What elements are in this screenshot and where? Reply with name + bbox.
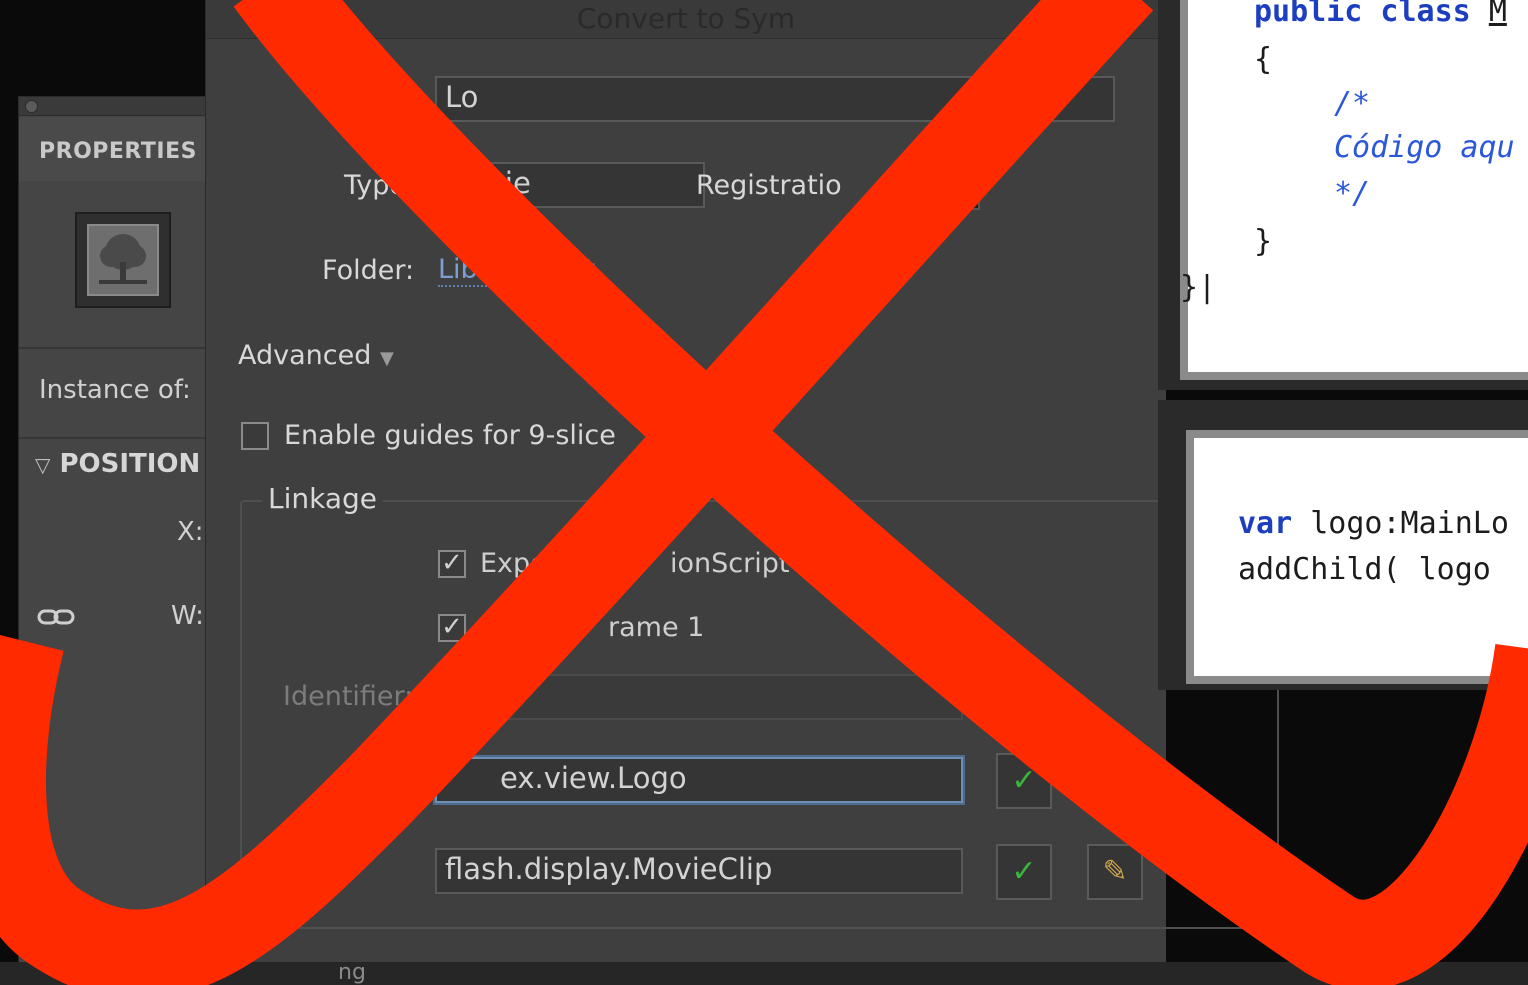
code-line: var logo:MainLo: [1238, 506, 1509, 541]
dialog-title: Convert to Sym: [576, 2, 796, 35]
code-comment: /*: [1334, 86, 1371, 121]
export-actionscript-checkbox[interactable]: ✓: [438, 550, 466, 578]
linkage-legend: Linkage: [262, 482, 384, 515]
advanced-toggle[interactable]: Advanced ▼: [238, 340, 394, 371]
code-line: }|: [1180, 270, 1217, 305]
position-section-label: POSITION: [59, 449, 201, 479]
code-line: addChild( logo: [1238, 552, 1491, 587]
type-select[interactable]: Movie: [435, 162, 705, 208]
base-class-label: B: [265, 855, 284, 886]
export-actionscript-label-right: ionScript: [670, 548, 790, 579]
export-frame1-label: rame 1: [608, 612, 705, 643]
class-value: ex.view.Logo: [500, 761, 687, 795]
nine-slice-checkbox[interactable]: [241, 422, 269, 450]
code-line: }: [1254, 224, 1273, 259]
pencil-icon[interactable]: ✎: [1087, 844, 1143, 900]
class-input[interactable]: ex.view.Logo: [435, 757, 963, 803]
code-comment: Código aqu: [1334, 130, 1515, 165]
x-label: X:: [177, 517, 204, 547]
library-root-link[interactable]: Library root: [438, 255, 596, 287]
checkmark-icon[interactable]: ✓: [996, 753, 1052, 809]
name-label: Name:: [332, 84, 421, 115]
code-comment: */: [1334, 176, 1371, 211]
registration-grid-icon[interactable]: [950, 180, 980, 210]
name-input[interactable]: Lo: [435, 76, 1115, 122]
chain-link-icon[interactable]: [37, 605, 75, 633]
export-actionscript-label-left: Expo: [480, 548, 547, 579]
advanced-label: Advanced: [238, 340, 372, 371]
movieclip-tree-icon: [75, 212, 171, 308]
triangle-down-icon: ▼: [379, 348, 394, 369]
folder-label: Folder:: [322, 255, 415, 286]
identifier-label: Identifier:: [283, 681, 414, 712]
triangle-down-icon: ▽: [35, 453, 51, 477]
code-panel-usage: var logo:MainLo addChild( logo: [1158, 400, 1528, 690]
code-line: {: [1254, 42, 1273, 77]
nine-slice-label: Enable guides for 9-slice: [284, 420, 616, 451]
code-line: public class M: [1254, 0, 1507, 29]
panel-close-icon[interactable]: [25, 100, 38, 113]
pencil-icon[interactable]: ✎: [1087, 753, 1143, 809]
status-bar: [0, 962, 1528, 985]
tab-properties-label: PROPERTIES: [39, 139, 197, 164]
base-class-input[interactable]: flash.display.MovieClip: [435, 848, 963, 894]
type-label: Type:: [344, 170, 416, 201]
footer-text: ng: [338, 960, 366, 985]
position-section-header[interactable]: ▽ POSITION: [35, 449, 200, 479]
dialog-titlebar: Convert to Sym: [206, 0, 1166, 39]
instance-of-label: Instance of:: [39, 375, 191, 405]
w-label: W:: [171, 601, 204, 631]
code-panel-class: public class M { /* Código aqu */ } }|: [1158, 0, 1528, 390]
registration-label: Registratio: [696, 170, 842, 201]
checkmark-icon[interactable]: ✓: [996, 844, 1052, 900]
class-label: Cl: [336, 764, 363, 795]
identifier-input[interactable]: [435, 674, 963, 720]
export-frame1-checkbox[interactable]: ✓: [438, 614, 466, 642]
